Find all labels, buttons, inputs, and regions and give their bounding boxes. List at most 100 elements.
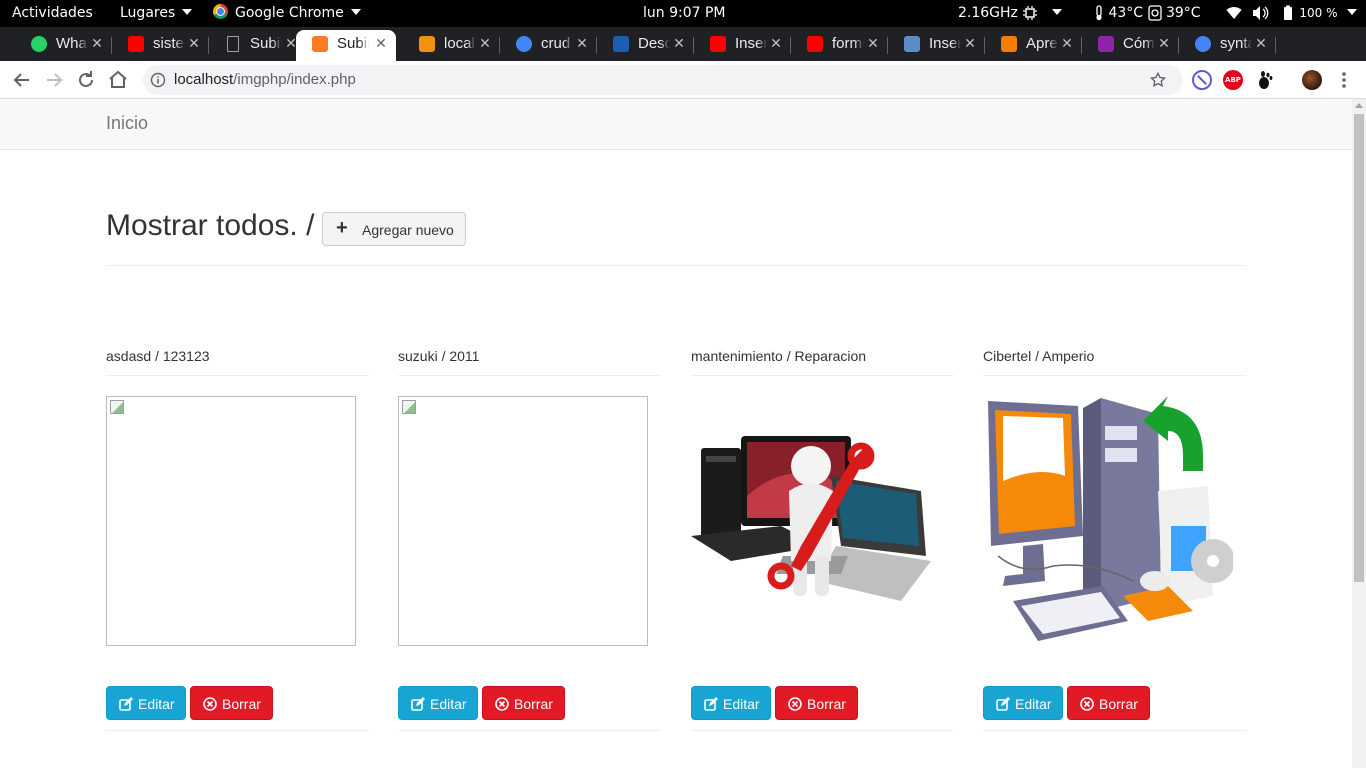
edit-label: Editar — [430, 696, 467, 712]
divider — [398, 730, 661, 731]
delete-button[interactable]: Borrar — [190, 686, 273, 720]
browser-tab[interactable]: crud ✕ — [500, 30, 597, 61]
tab-title: crud — [541, 35, 571, 52]
chrome-menu-icon[interactable] — [1334, 70, 1354, 90]
broken-image — [106, 396, 356, 646]
browser-tab[interactable]: localhost✕ — [403, 30, 500, 61]
edit-button[interactable]: Editar — [106, 686, 186, 720]
app-menu[interactable]: Google Chrome — [213, 0, 361, 27]
thermometer-icon — [1096, 5, 1102, 21]
blocker-extension-icon[interactable] — [1192, 70, 1212, 90]
browser-tab[interactable]: Subir ✕ — [209, 30, 306, 61]
chrome-icon — [213, 4, 228, 19]
delete-label: Borrar — [807, 696, 846, 712]
navbar-brand-inicio[interactable]: Inicio — [106, 113, 148, 134]
close-tab-icon[interactable]: ✕ — [88, 34, 106, 52]
delete-button[interactable]: Borrar — [482, 686, 565, 720]
close-tab-icon[interactable]: ✕ — [372, 34, 390, 52]
tab-title: localhost — [444, 35, 476, 52]
cpu-frequency-indicator[interactable]: 2.16GHz — [958, 0, 1062, 27]
close-tab-icon[interactable]: ✕ — [185, 34, 203, 52]
browser-tab[interactable]: Descargar✕ — [597, 30, 694, 61]
stack-icon — [904, 36, 920, 52]
youtube-icon — [128, 36, 144, 52]
browser-tab[interactable]: Subir ✕ — [296, 30, 396, 61]
bookmark-star-icon[interactable] — [1149, 71, 1167, 89]
edit-icon — [411, 697, 425, 711]
card-title: suzuki / 2011 — [398, 348, 480, 364]
delete-button[interactable]: Borrar — [1067, 686, 1150, 720]
system-menu[interactable]: 100 % — [1226, 0, 1357, 27]
divider — [106, 265, 1246, 266]
adblock-plus-icon[interactable]: ABP — [1223, 70, 1243, 90]
card-image — [691, 396, 941, 646]
delete-button[interactable]: Borrar — [775, 686, 858, 720]
divider — [106, 730, 369, 731]
browser-tab[interactable]: Cómo✕ — [1082, 30, 1179, 61]
hard-disk-icon — [1147, 5, 1162, 21]
cpu-chip-icon — [1023, 6, 1038, 20]
temperature-indicator[interactable]: 43°C 39°C — [1094, 0, 1201, 27]
xampp-icon — [312, 36, 328, 52]
reload-icon[interactable] — [74, 68, 98, 92]
delete-label: Borrar — [514, 696, 553, 712]
places-menu[interactable]: Lugares — [120, 0, 193, 27]
edit-icon — [119, 697, 133, 711]
browser-tab[interactable]: syntax✕ — [1179, 30, 1276, 61]
image-card: Cibertel / Amperio Editar Borrar — [983, 344, 1246, 731]
address-bar[interactable]: localhost/imgphp/index.php — [143, 65, 1183, 95]
close-tab-icon[interactable]: ✕ — [476, 34, 494, 52]
tab-title: WhatsApp — [56, 35, 88, 52]
close-tab-icon[interactable]: ✕ — [573, 34, 591, 52]
home-icon[interactable] — [106, 68, 130, 92]
close-tab-icon[interactable]: ✕ — [1155, 34, 1173, 52]
tab-title: Aprende — [1026, 35, 1058, 52]
gnome-extension-icon[interactable] — [1255, 70, 1275, 90]
site-navbar: Inicio — [0, 99, 1352, 150]
url-host: localhost — [174, 71, 234, 88]
add-new-button[interactable]: + Agregar nuevo — [322, 212, 466, 246]
browser-tab[interactable]: WhatsApp✕ — [15, 30, 112, 61]
edit-button[interactable]: Editar — [398, 686, 478, 720]
tab-title: sistema — [153, 35, 185, 52]
remove-circle-icon — [495, 697, 509, 711]
repair-illustration — [691, 436, 931, 601]
browser-tab[interactable]: formulario✕ — [791, 30, 888, 61]
card-title: Cibertel / Amperio — [983, 348, 1095, 364]
tab-title: formulario — [832, 35, 864, 52]
browser-tab[interactable]: Aprende✕ — [985, 30, 1082, 61]
edit-icon — [704, 697, 718, 711]
tab-separator — [1275, 37, 1276, 54]
close-tab-icon[interactable]: ✕ — [1058, 34, 1076, 52]
tab-title: Descargar — [638, 35, 670, 52]
activities-button[interactable]: Actividades — [12, 0, 93, 27]
scrollbar-thumb[interactable] — [1354, 114, 1364, 582]
tab-title: Subir — [337, 35, 369, 52]
scroll-up-arrow-icon[interactable] — [1355, 103, 1363, 108]
url-text[interactable]: localhost/imgphp/index.php — [174, 71, 356, 88]
close-tab-icon[interactable]: ✕ — [1252, 34, 1270, 52]
profile-avatar[interactable] — [1302, 70, 1322, 90]
phpmyadmin-icon — [419, 36, 435, 52]
edit-button[interactable]: Editar — [983, 686, 1063, 720]
disk-temperature: 39°C — [1165, 5, 1201, 21]
info-icon[interactable] — [150, 72, 166, 88]
back-arrow-icon[interactable] — [10, 68, 34, 92]
browser-tab[interactable]: Insertar✕ — [888, 30, 985, 61]
browser-tab[interactable]: Insertar✕ — [694, 30, 791, 61]
clock[interactable]: lun 9:07 PM — [643, 0, 726, 27]
browser-toolbar: localhost/imgphp/index.php ABP — [0, 61, 1366, 99]
edit-label: Editar — [138, 696, 175, 712]
edit-label: Editar — [1015, 696, 1052, 712]
edit-button[interactable]: Editar — [691, 686, 771, 720]
close-tab-icon[interactable]: ✕ — [961, 34, 979, 52]
browser-tab[interactable]: sistema✕ — [112, 30, 209, 61]
page-scrollbar[interactable] — [1352, 99, 1366, 768]
close-tab-icon[interactable]: ✕ — [864, 34, 882, 52]
forward-arrow-icon[interactable] — [42, 68, 66, 92]
close-tab-icon[interactable]: ✕ — [670, 34, 688, 52]
tab-strip: WhatsApp✕sistema✕Subir✕Subir✕localhost✕c… — [0, 27, 1366, 81]
delete-label: Borrar — [222, 696, 261, 712]
close-tab-icon[interactable]: ✕ — [767, 34, 785, 52]
tab-title: syntax — [1220, 35, 1252, 52]
